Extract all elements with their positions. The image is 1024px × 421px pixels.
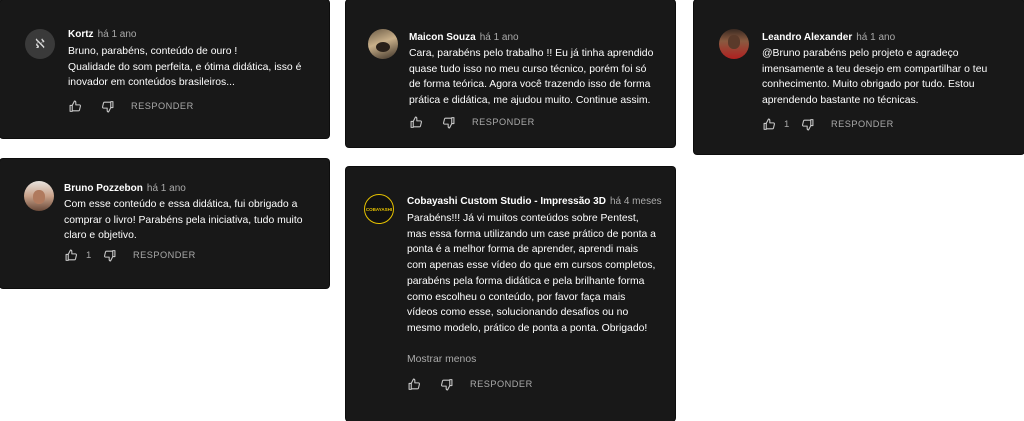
comment-card: Leandro Alexander há 1 ano @Bruno parabén… [694,0,1024,154]
reply-button[interactable]: RESPONDER [133,250,196,260]
reply-button[interactable]: RESPONDER [470,379,533,389]
comment-time[interactable]: há 1 ano [147,183,186,194]
avatar-letter: ℵ [35,36,45,52]
thumbs-down-icon[interactable] [800,117,814,131]
comment-time[interactable]: há 1 ano [480,32,519,43]
comment-author[interactable]: Cobayashi Custom Studio - Impressão 3D [407,196,606,207]
comment-actions: 1 RESPONDER [64,247,196,263]
comment-text: Cara, parabéns pelo trabalho !! Eu já ti… [409,48,654,107]
thumbs-up-icon[interactable] [64,248,78,262]
avatar-logo: COBAYASHI [365,206,393,212]
thumbs-up-icon[interactable] [409,115,423,129]
comment-actions: RESPONDER [68,98,194,114]
avatar-photo-icon [728,35,740,49]
reply-button[interactable]: RESPONDER [831,119,894,129]
comment-author[interactable]: Maicon Souza [409,32,476,43]
comment-card: Maicon Souza há 1 ano Cara, parabéns pelo… [346,0,675,147]
show-less-button[interactable]: Mostrar menos [407,354,476,365]
like-count: 1 [784,118,790,130]
thumbs-down-icon[interactable] [439,377,453,391]
avatar[interactable] [368,29,398,59]
like-count: 1 [86,249,92,261]
thumbs-down-icon[interactable] [102,248,116,262]
reply-button[interactable]: RESPONDER [472,117,535,127]
comment-time[interactable]: há 1 ano [98,29,137,40]
thumbs-up-icon[interactable] [68,99,82,113]
comment-text: Parabéns!!! Já vi muitos conteúdos sobre… [407,213,656,334]
thumbs-down-icon[interactable] [441,115,455,129]
avatar[interactable]: COBAYASHI [364,194,394,224]
comment-card: ℵ Kortz há 1 ano Bruno, parabéns, conteúd… [0,0,329,138]
thumbs-up-icon[interactable] [407,377,421,391]
comment-time[interactable]: há 1 ano [856,32,895,43]
comment-text: Com esse conteúdo e essa didática, fui o… [64,199,303,242]
comment-time[interactable]: há 4 meses [610,196,662,207]
avatar-photo-icon [33,190,45,204]
avatar[interactable] [719,29,749,59]
reply-button[interactable]: RESPONDER [131,101,194,111]
comment-card: Bruno Pozzebon há 1 ano Com esse conteúdo… [0,159,329,288]
avatar-photo-icon [376,42,390,52]
comment-text: Bruno, parabéns, conteúdo de ouro ! Qual… [68,46,302,89]
comment-author[interactable]: Bruno Pozzebon [64,183,143,194]
comment-card: COBAYASHI Cobayashi Custom Studio - Impr… [346,167,675,421]
comment-text: @Bruno parabéns pelo projeto e agradeço … [762,48,988,107]
comment-actions: RESPONDER [407,376,533,392]
avatar[interactable] [24,181,54,211]
comment-actions: RESPONDER [409,114,535,130]
thumbs-down-icon[interactable] [100,99,114,113]
comment-author[interactable]: Kortz [68,29,94,40]
comment-actions: 1 RESPONDER [762,116,894,132]
thumbs-up-icon[interactable] [762,117,776,131]
comment-author[interactable]: Leandro Alexander [762,32,852,43]
avatar[interactable]: ℵ [25,29,55,59]
